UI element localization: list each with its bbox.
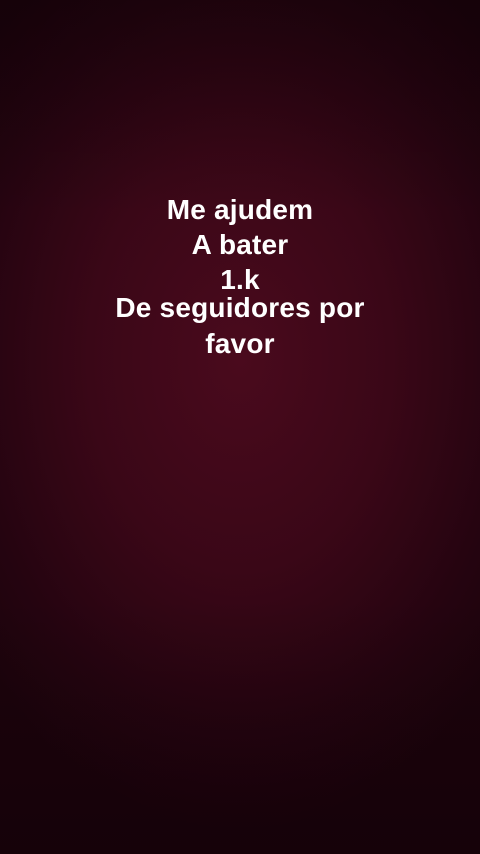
caption-line-1: Me ajudem — [166, 194, 314, 225]
caption-line-4: De seguidores por — [115, 292, 365, 323]
caption-line-2: A bater — [191, 229, 289, 260]
caption-line-5: favor — [205, 328, 275, 359]
story-canvas: Me ajudem A bater 1.k De seguidores por … — [0, 0, 480, 854]
